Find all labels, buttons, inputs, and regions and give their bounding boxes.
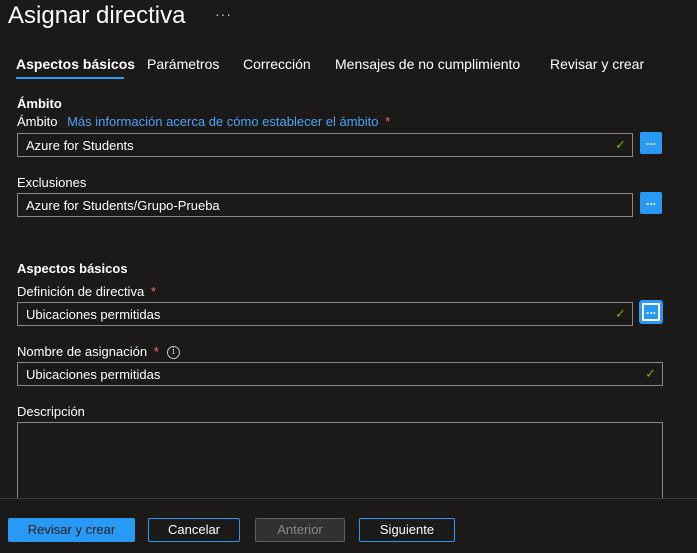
- tab-aspectos-basicos[interactable]: Aspectos básicos: [16, 56, 135, 72]
- assignment-name-field[interactable]: Ubicaciones permitidas ✓: [17, 362, 663, 386]
- assignment-label-row: Nombre de asignación *: [17, 344, 159, 359]
- exclusions-value: Azure for Students/Grupo-Prueba: [26, 198, 220, 213]
- cancel-button[interactable]: Cancelar: [148, 518, 240, 542]
- info-icon[interactable]: i: [167, 346, 180, 359]
- tab-correccion[interactable]: Corrección: [243, 56, 311, 72]
- exclusions-field[interactable]: Azure for Students/Grupo-Prueba: [17, 193, 633, 217]
- assignment-label: Nombre de asignación: [17, 344, 148, 359]
- basics-section-title: Aspectos básicos: [17, 261, 128, 276]
- definition-label-row: Definición de directiva *: [17, 284, 156, 299]
- definition-label: Definición de directiva: [17, 284, 145, 299]
- definition-value: Ubicaciones permitidas: [26, 307, 161, 322]
- definition-field[interactable]: Ubicaciones permitidas ✓: [17, 302, 633, 326]
- scope-label-row: Ámbito Más información acerca de cómo es…: [17, 114, 390, 129]
- check-icon: ✓: [615, 137, 626, 152]
- next-button[interactable]: Siguiente: [359, 518, 455, 542]
- scope-field[interactable]: Azure for Students ✓: [17, 133, 633, 157]
- description-label: Descripción: [17, 404, 85, 419]
- description-textarea[interactable]: [17, 422, 663, 504]
- page-title: Asignar directiva: [8, 2, 186, 29]
- scope-picker-button[interactable]: ...: [640, 132, 662, 154]
- required-marker: *: [385, 114, 391, 129]
- active-tab-indicator: [16, 77, 124, 79]
- check-icon: ✓: [615, 306, 626, 321]
- exclusions-picker-button[interactable]: ...: [640, 192, 662, 214]
- previous-button[interactable]: Anterior: [255, 518, 345, 542]
- tab-mensajes-no-cumplimiento[interactable]: Mensajes de no cumplimiento: [335, 56, 520, 72]
- assignment-name-value: Ubicaciones permitidas: [26, 367, 161, 382]
- more-icon[interactable]: ···: [215, 6, 232, 22]
- review-create-button[interactable]: Revisar y crear: [8, 518, 135, 542]
- scope-value: Azure for Students: [26, 138, 134, 153]
- definition-picker-button[interactable]: ...: [640, 301, 662, 323]
- tab-parametros[interactable]: Parámetros: [147, 56, 219, 72]
- check-icon: ✓: [645, 366, 656, 381]
- required-marker: *: [153, 344, 159, 359]
- required-marker: *: [150, 284, 156, 299]
- tab-revisar-y-crear[interactable]: Revisar y crear: [550, 56, 644, 72]
- scope-section-title: Ámbito: [17, 96, 62, 111]
- scope-label: Ámbito: [17, 114, 58, 129]
- scope-learn-more-link[interactable]: Más información acerca de cómo establece…: [67, 114, 378, 129]
- exclusions-label: Exclusiones: [17, 175, 87, 190]
